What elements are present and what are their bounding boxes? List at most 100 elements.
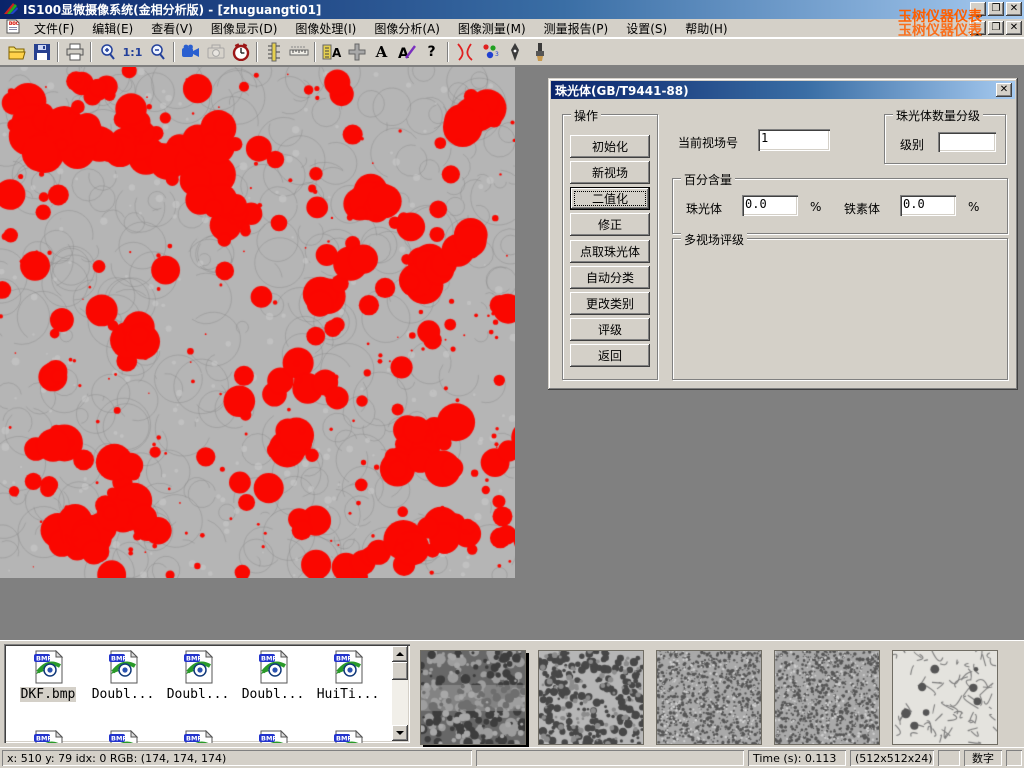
file-item[interactable]: BMP Doubl... xyxy=(237,650,309,702)
pearlite-percent-sign: % xyxy=(810,200,821,214)
current-field-input[interactable]: 1 xyxy=(758,129,830,151)
bmp-file-icon: BMP xyxy=(181,730,215,743)
rate-button[interactable]: 评级 xyxy=(570,318,650,341)
time-status: Time (s): 0.113 xyxy=(748,750,846,766)
vernier-caliper-icon[interactable] xyxy=(261,40,286,64)
actual-size-icon[interactable]: 1:1 xyxy=(120,40,145,64)
dialog-title: 珠光体(GB/T9441-88) xyxy=(555,82,689,99)
file-item[interactable]: BMPDKF.bmp xyxy=(12,650,84,702)
bmp-file-icon: BMP xyxy=(106,650,140,684)
svg-text:BMP: BMP xyxy=(261,735,277,743)
dialog-close-button[interactable]: ✕ xyxy=(996,83,1012,97)
toolbar-separator xyxy=(90,42,92,62)
text-label-icon[interactable]: A xyxy=(369,40,394,64)
minimize-button[interactable]: ▁ xyxy=(970,2,986,16)
open-folder-icon[interactable] xyxy=(4,40,29,64)
toolbar-separator xyxy=(173,42,175,62)
file-name[interactable]: Doubl... xyxy=(241,687,306,702)
thumbnail-fine-speckle[interactable] xyxy=(656,650,762,745)
menu-view[interactable]: 查看(V) xyxy=(143,18,201,39)
timer-icon[interactable] xyxy=(228,40,253,64)
file-item[interactable]: BMP Doubl... xyxy=(87,650,159,702)
close-button[interactable]: ✕ xyxy=(1006,2,1022,16)
operation-group-label: 操作 xyxy=(571,107,601,124)
zoom-in-icon[interactable] xyxy=(95,40,120,64)
menu-help[interactable]: 帮助(H) xyxy=(677,18,735,39)
menu-image-analysis[interactable]: 图像分析(A) xyxy=(366,18,448,39)
pan-cross-icon[interactable] xyxy=(344,40,369,64)
print-icon[interactable] xyxy=(62,40,87,64)
menu-report[interactable]: 测量报告(P) xyxy=(536,18,617,39)
ferrite-input[interactable]: 0.0 xyxy=(900,195,956,216)
curve-tool-icon[interactable] xyxy=(452,40,477,64)
file-name[interactable]: Doubl... xyxy=(91,687,156,702)
menu-image-processing[interactable]: 图像处理(I) xyxy=(287,18,364,39)
init-button[interactable]: 初始化 xyxy=(570,135,650,158)
document-icon[interactable]: DOC xyxy=(6,19,20,37)
classify-dots-icon[interactable]: 3 xyxy=(477,40,502,64)
file-item[interactable]: BMP xyxy=(12,730,84,743)
menu-settings[interactable]: 设置(S) xyxy=(618,18,675,39)
file-item[interactable]: BMPDoubl... xyxy=(162,650,234,702)
bmp-file-icon: BMP xyxy=(256,730,290,743)
zoom-out-icon[interactable] xyxy=(145,40,170,64)
multifield-group: 多视场评级 xyxy=(672,238,1008,380)
bmp-file-icon: BMP xyxy=(331,730,365,743)
menu-image-display[interactable]: 图像显示(D) xyxy=(203,18,286,39)
svg-text:DOC: DOC xyxy=(9,21,19,26)
still-camera-icon[interactable] xyxy=(203,40,228,64)
file-item[interactable]: BMPHuiTi... xyxy=(312,650,384,702)
scroll-down-icon[interactable] xyxy=(392,725,408,741)
pick-pearlite-button[interactable]: 点取珠光体 xyxy=(570,240,650,263)
scroll-up-icon[interactable] xyxy=(392,646,408,662)
dialog-title-bar: 珠光体(GB/T9441-88) ✕ xyxy=(551,81,1015,99)
file-name[interactable]: HuiTi... xyxy=(316,687,381,702)
file-item[interactable]: BMP xyxy=(162,730,234,743)
thumbnail-fine-speckle-2[interactable] xyxy=(774,650,880,745)
spare-status-panel xyxy=(476,750,744,766)
pen-tool-icon[interactable] xyxy=(502,40,527,64)
file-name[interactable]: DKF.bmp xyxy=(20,687,77,702)
image-dimensions-status: (512x512x24) xyxy=(850,750,934,766)
file-item[interactable]: BMP xyxy=(87,730,159,743)
mdi-minimize-button[interactable]: ▁ xyxy=(970,21,986,35)
svg-text:BMP: BMP xyxy=(111,735,127,743)
file-name[interactable]: Doubl... xyxy=(166,687,231,702)
thumbnail-medium-blotchy[interactable] xyxy=(538,650,644,745)
change-class-button[interactable]: 更改类别 xyxy=(570,292,650,315)
pearlite-input[interactable]: 0.0 xyxy=(742,195,798,216)
binarize-button[interactable]: 二值化 xyxy=(570,187,650,210)
pearlite-label: 珠光体 xyxy=(686,200,722,217)
video-camera-icon[interactable] xyxy=(178,40,203,64)
return-button[interactable]: 返回 xyxy=(570,344,650,367)
file-item[interactable]: BMP xyxy=(237,730,309,743)
grade-group-label: 珠光体数量分级 xyxy=(893,107,983,124)
micrograph-image[interactable] xyxy=(0,67,515,578)
auto-classify-button[interactable]: 自动分类 xyxy=(570,266,650,289)
thumbnail-dark-coarse[interactable] xyxy=(420,650,526,745)
measure-text-icon[interactable]: A xyxy=(319,40,344,64)
help-icon[interactable]: ? xyxy=(419,40,444,64)
menu-image-measure[interactable]: 图像测量(M) xyxy=(450,18,534,39)
svg-text:BMP: BMP xyxy=(261,655,277,663)
file-vscrollbar[interactable] xyxy=(392,646,408,741)
correct-button[interactable]: 修正 xyxy=(570,213,650,236)
ruler-icon[interactable] xyxy=(286,40,311,64)
save-icon[interactable] xyxy=(29,40,54,64)
restore-button[interactable]: ❐ xyxy=(988,2,1004,16)
file-item[interactable]: BMP xyxy=(312,730,384,743)
mdi-close-button[interactable]: ✕ xyxy=(1006,21,1022,35)
menu-file[interactable]: 文件(F) xyxy=(26,18,82,39)
mdi-restore-button[interactable]: ❐ xyxy=(988,21,1004,35)
window-title: IS100显微摄像系统(金相分析版) - [zhuguangti01] xyxy=(23,1,321,18)
svg-text:A: A xyxy=(398,46,409,61)
grade-input[interactable] xyxy=(938,132,996,152)
menu-edit[interactable]: 编辑(E) xyxy=(84,18,141,39)
title-bar: IS100显微摄像系统(金相分析版) - [zhuguangti01] ▁ ❐ … xyxy=(0,0,1024,19)
new-field-button[interactable]: 新视场 xyxy=(570,161,650,184)
brush-tool-icon[interactable] xyxy=(527,40,552,64)
scrollbar-thumb[interactable] xyxy=(392,662,408,680)
thumbnail-light-streaks[interactable] xyxy=(892,650,998,745)
svg-text:A: A xyxy=(332,46,342,60)
text-edit-icon[interactable]: A xyxy=(394,40,419,64)
